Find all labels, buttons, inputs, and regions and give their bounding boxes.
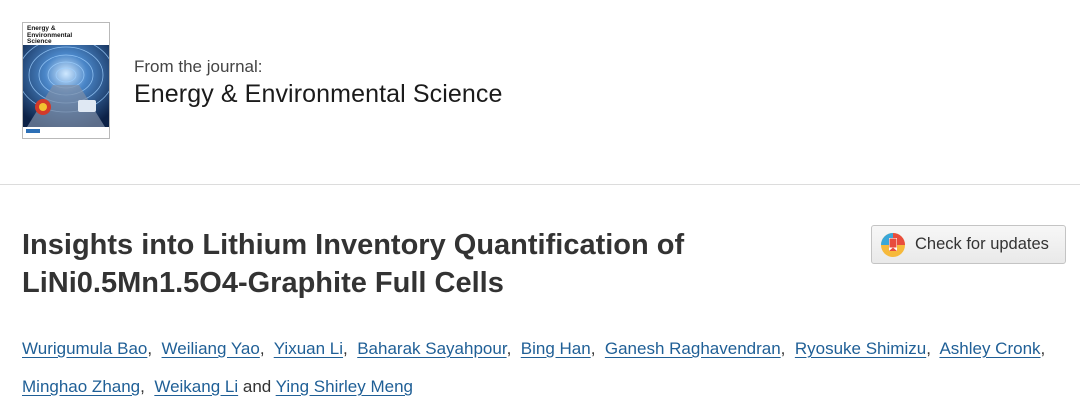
article-title-line-2: LiNi0.5Mn1.5O4-Graphite Full Cells: [22, 267, 504, 299]
author-separator: ,: [259, 339, 265, 358]
author-link[interactable]: Ganesh Raghavendran: [605, 339, 781, 358]
author-separator: ,: [780, 339, 786, 358]
author-list: Wurigumula Bao, Weiliang Yao, Yixuan Li,…: [22, 330, 1072, 406]
cover-artwork: [23, 45, 109, 135]
author-link[interactable]: Bing Han: [521, 339, 591, 358]
author-link[interactable]: Ryosuke Shimizu: [795, 339, 926, 358]
article-title: Insights into Lithium Inventory Quantifi…: [22, 226, 822, 302]
journal-from-label: From the journal:: [134, 57, 263, 76]
author-link[interactable]: Ashley Cronk: [939, 339, 1040, 358]
author-separator: ,: [140, 377, 145, 396]
journal-name-link[interactable]: Energy & Environmental Science: [134, 80, 502, 109]
author-separator: ,: [590, 339, 596, 358]
author-link[interactable]: Yixuan Li: [274, 339, 343, 358]
author-link[interactable]: Weikang Li: [154, 377, 238, 396]
author-link[interactable]: Minghao Zhang: [22, 377, 140, 396]
check-for-updates-button[interactable]: Check for updates: [871, 225, 1066, 264]
crossmark-icon: [881, 232, 905, 257]
journal-cover-image[interactable]: Energy & Environmental Science: [22, 22, 110, 139]
author-separator: ,: [147, 339, 153, 358]
article-title-line-1: Insights into Lithium Inventory Quantifi…: [22, 229, 685, 261]
author-separator: ,: [343, 339, 348, 358]
section-divider: [0, 184, 1080, 185]
author-link[interactable]: Wurigumula Bao: [22, 339, 147, 358]
author-link[interactable]: Weiliang Yao: [162, 339, 260, 358]
author-joiner: and: [242, 377, 272, 396]
check-for-updates-label: Check for updates: [915, 235, 1049, 253]
author-separator: ,: [1040, 339, 1046, 358]
author-link[interactable]: Ying Shirley Meng: [276, 377, 413, 396]
author-link[interactable]: Baharak Sayahpour: [357, 339, 506, 358]
cover-title: Energy & Environmental Science: [27, 25, 73, 45]
author-separator: ,: [506, 339, 512, 358]
author-separator: ,: [926, 339, 931, 358]
